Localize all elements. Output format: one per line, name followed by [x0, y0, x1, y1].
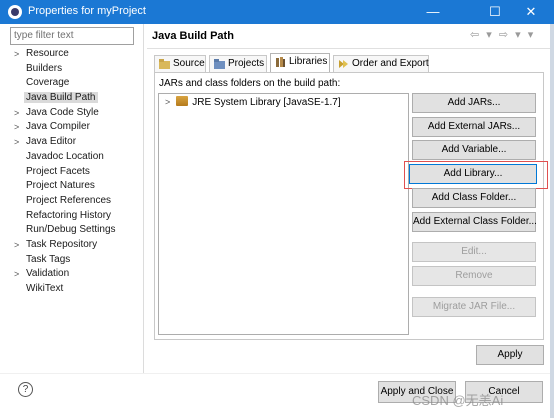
minimize-button[interactable]: —	[410, 0, 456, 24]
migrate-jar-button[interactable]: Migrate JAR File...	[412, 297, 536, 317]
tree-item[interactable]: > Java Editor	[8, 135, 138, 150]
order-export-icon	[339, 60, 348, 68]
history-nav-icons[interactable]: ⇦ ▾ ⇨ ▾ ▾	[470, 28, 535, 41]
expand-arrow-icon[interactable]: >	[165, 97, 170, 107]
add-class-folder-button[interactable]: Add Class Folder...	[412, 188, 536, 208]
edit-button[interactable]: Edit...	[412, 242, 536, 262]
tree-item-label: Resource	[26, 48, 69, 59]
tree-item[interactable]: Refactoring History	[8, 209, 138, 224]
tree-item-label: Java Compiler	[26, 121, 90, 133]
tree-item[interactable]: Javadoc Location	[8, 150, 138, 165]
close-button[interactable]: ✕	[508, 0, 554, 24]
eclipse-icon	[8, 5, 22, 19]
tree-item-label: Project Natures	[26, 180, 95, 192]
property-tree: > Resource Builders Coverage Java Build Path…	[8, 47, 138, 297]
tree-item-label: Project References	[26, 194, 112, 206]
tree-item[interactable]: > Task Repository	[8, 238, 138, 253]
tree-item-label: WikiText	[26, 283, 64, 294]
window-edge	[550, 24, 554, 418]
libraries-icon	[276, 57, 285, 67]
library-list[interactable]: > JRE System Library [JavaSE-1.7]	[158, 93, 409, 335]
tree-item-label: Refactoring History	[26, 209, 112, 221]
expand-arrow-icon[interactable]: >	[14, 47, 19, 62]
page-title: Java Build Path	[152, 30, 234, 42]
tree-item-label: Java Build Path	[24, 92, 98, 104]
pane-divider[interactable]	[143, 24, 144, 373]
tab-label: Projects	[228, 58, 265, 69]
tab-label: Order and Export	[352, 58, 429, 69]
tree-item[interactable]: Coverage	[8, 76, 138, 91]
tree-item[interactable]: > Java Compiler	[8, 120, 138, 135]
tree-item[interactable]: Project Natures	[8, 179, 138, 194]
projects-icon	[214, 59, 225, 69]
tree-item[interactable]: WikiText	[8, 282, 138, 297]
tree-item[interactable]: Project References	[8, 194, 138, 209]
expand-arrow-icon[interactable]: >	[14, 267, 19, 282]
remove-button[interactable]: Remove	[412, 266, 536, 286]
expand-arrow-icon[interactable]: >	[14, 106, 19, 121]
add-external-class-folder-button[interactable]: Add External Class Folder...	[412, 212, 537, 232]
window-title: Properties for myProject	[28, 5, 146, 17]
library-label: JRE System Library [JavaSE-1.7]	[192, 97, 341, 108]
tree-item[interactable]: Java Build Path	[8, 91, 138, 106]
expand-arrow-icon[interactable]: >	[14, 238, 19, 253]
tab-label: Source	[173, 58, 205, 69]
expand-arrow-icon[interactable]: >	[14, 135, 19, 150]
watermark: CSDN @无恙Ai	[412, 393, 504, 408]
add-jars-button[interactable]: Add JARs...	[412, 93, 536, 113]
tree-item[interactable]: > Validation	[8, 267, 138, 282]
expand-arrow-icon[interactable]: >	[14, 120, 19, 135]
add-variable-button[interactable]: Add Variable...	[412, 140, 536, 160]
build-path-label: JARs and class folders on the build path…	[159, 78, 341, 89]
help-icon[interactable]: ?	[18, 382, 33, 397]
tree-item[interactable]: > Java Code Style	[8, 106, 138, 121]
tree-item-label: Project Facets	[26, 165, 90, 177]
title-bar: Properties for myProject — ☐ ✕	[0, 0, 554, 24]
tree-item[interactable]: Task Tags	[8, 253, 138, 268]
tree-item-label: Task Repository	[26, 238, 98, 250]
add-library-button[interactable]: Add Library...	[409, 164, 537, 184]
title-divider	[147, 48, 550, 49]
list-item[interactable]: > JRE System Library [JavaSE-1.7]	[165, 96, 341, 108]
library-jar-icon	[176, 96, 189, 106]
tab-label: Libraries	[289, 56, 328, 67]
apply-button[interactable]: Apply	[476, 345, 544, 365]
tree-item-label: Javadoc Location	[26, 150, 104, 162]
tree-item[interactable]: Project Facets	[8, 165, 138, 180]
tree-item-label: Validation	[26, 268, 70, 280]
tree-item-label: Coverage	[26, 77, 70, 89]
tree-item[interactable]: Run/Debug Settings	[8, 223, 138, 238]
tree-item[interactable]: > Resource	[8, 47, 138, 62]
tree-item-label: Run/Debug Settings	[26, 224, 116, 236]
filter-input[interactable]: type filter text	[10, 27, 134, 45]
tab-libraries[interactable]: Libraries	[270, 53, 330, 72]
tab-order-and-export[interactable]: Order and Export	[333, 55, 429, 72]
tree-item[interactable]: Builders	[8, 62, 138, 77]
tree-item-label: Builders	[26, 62, 63, 74]
tab-source[interactable]: Source	[154, 55, 206, 72]
source-folder-icon	[159, 59, 170, 69]
tab-projects[interactable]: Projects	[209, 55, 267, 72]
tree-item-label: Java Code Style	[26, 106, 99, 118]
add-external-jars-button[interactable]: Add External JARs...	[412, 117, 536, 137]
bottom-divider	[0, 373, 554, 374]
tree-item-label: Java Editor	[26, 136, 77, 148]
tree-item-label: Task Tags	[26, 253, 71, 265]
